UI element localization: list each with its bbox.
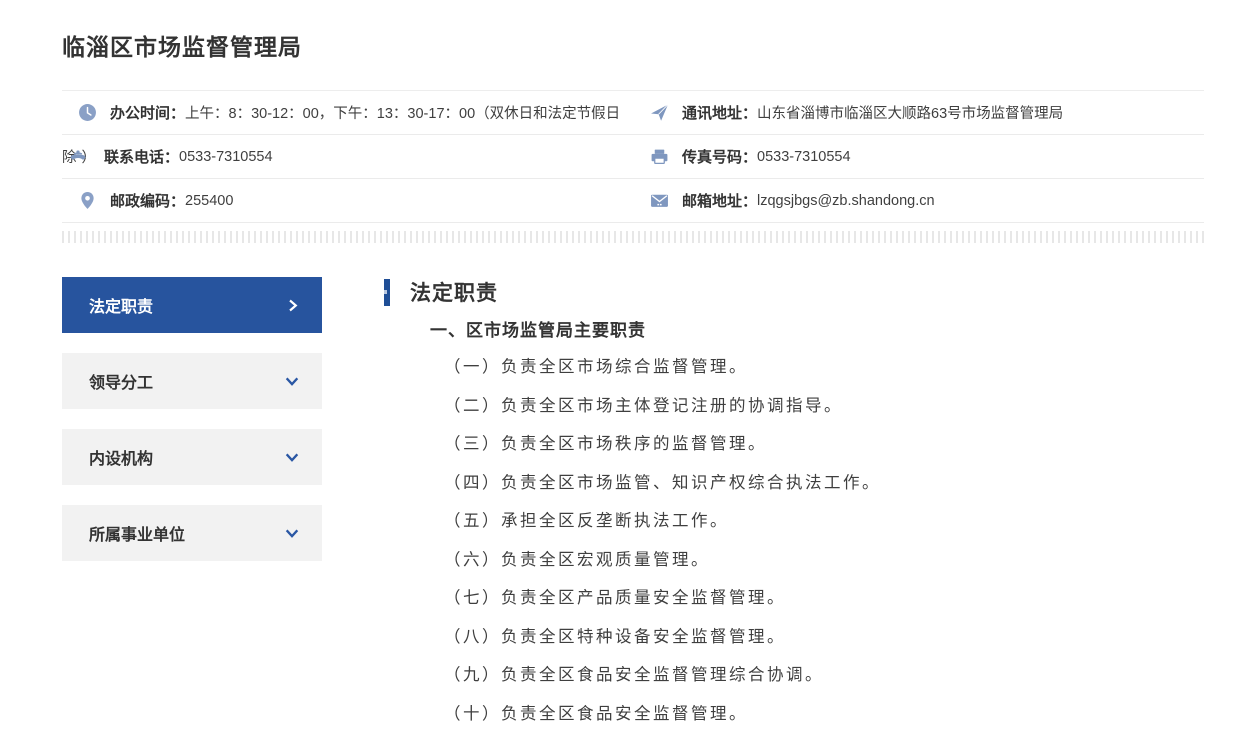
info-row: 办公时间： 上午：8：30-12：00，下午：13：30-17：00（双休日和法… [62,91,1204,135]
info-row: 除 ） 联系电话： 0533-7310554 传真号码： 0533-731055… [62,135,1204,179]
duty-list-item: （九）负责全区食品安全监督管理综合协调。 [444,665,824,684]
duty-list-item: （五）承担全区反垄断执法工作。 [444,511,729,530]
sidebar-item-internal-orgs[interactable]: 内设机构 [62,429,322,485]
field-label: 邮政编码： [110,193,186,210]
field-value: 上午：8：30-12：00，下午：13：30-17：00（双休日和法定节假日 [185,106,621,122]
main-area: 法定职责 领导分工 内设机构 所属事业单位 法定职责 一、区市场监管局主要职责 … [62,277,1204,732]
chevron-down-icon [284,449,300,465]
chevron-down-icon [284,525,300,541]
field-value: 255400 [185,192,234,209]
field-value: lzqgsjbgs@zb.shandong.cn [757,192,935,209]
office-hours-field: 办公时间： 上午：8：30-12：00，下午：13：30-17：00（双休日和法… [62,102,650,123]
duty-list: （一）负责全区市场综合监督管理。 （二）负责全区市场主体登记注册的协调指导。 （… [444,348,1204,732]
mail-icon [651,194,668,207]
field-label: 办公时间： [110,105,186,122]
duty-list-item: （一）负责全区市场综合监督管理。 [444,357,748,376]
send-icon [651,104,669,121]
sidebar-item-label: 内设机构 [89,451,154,468]
page-title: 临淄区市场监督管理局 [62,34,302,60]
field-value: 0533-7310554 [757,148,851,165]
phone-icon [69,150,86,160]
field-value: 山东省淄博市临淄区大顺路63号市场监督管理局 [757,106,1064,122]
address-field: 通讯地址： 山东省淄博市临淄区大顺路63号市场监督管理局 [650,102,1204,123]
duty-list-item: （三）负责全区市场秩序的监督管理。 [444,434,767,453]
info-row: 邮政编码： 255400 邮箱地址： lzqgsjbgs@zb.shandong… [62,179,1204,223]
field-label: 联系电话： [104,149,180,166]
postcode-field: 邮政编码： 255400 [62,190,650,211]
field-label: 邮箱地址： [682,193,758,210]
chevron-down-icon [284,373,300,389]
page: 临淄区市场监督管理局 办公时间： 上午：8：30-12：00，下午：13：30-… [0,0,1260,732]
duty-list-item: （四）负责全区市场监管、知识产权综合执法工作。 [444,472,881,492]
section-subtitle: 一、区市场监管局主要职责 [430,321,646,340]
section-title: 法定职责 [410,282,498,305]
duty-list-item: （八）负责全区特种设备安全监督管理。 [444,626,786,646]
clock-icon [79,104,96,121]
fax-field: 传真号码： 0533-7310554 [650,146,1204,167]
striped-divider [62,231,1204,243]
field-label: 通讯地址： [682,105,758,122]
phone-field: 除 ） 联系电话： 0533-7310554 [62,146,650,167]
sidebar-item-leadership[interactable]: 领导分工 [62,353,322,409]
fax-icon [651,149,668,164]
section-marker-bar [384,278,390,306]
location-pin-icon [81,192,94,209]
field-value: 0533-7310554 [179,148,273,165]
section-header: 法定职责 [384,277,1204,307]
duty-list-item: （六）负责全区宏观质量管理。 [444,549,710,569]
sidebar-item-label: 所属事业单位 [89,527,186,544]
sidebar-item-label: 法定职责 [89,299,154,316]
email-field: 邮箱地址： lzqgsjbgs@zb.shandong.cn [650,190,1204,211]
sidebar-nav: 法定职责 领导分工 内设机构 所属事业单位 [62,277,322,732]
sidebar-item-legal-duties[interactable]: 法定职责 [62,277,322,333]
sidebar-item-label: 领导分工 [89,375,154,392]
field-label: 传真号码： [682,149,758,166]
duty-list-item: （十）负责全区食品安全监督管理。 [444,703,748,723]
duty-list-item: （七）负责全区产品质量安全监督管理。 [444,588,786,607]
contact-info-panel: 办公时间： 上午：8：30-12：00，下午：13：30-17：00（双休日和法… [62,90,1204,223]
duty-list-item: （二）负责全区市场主体登记注册的协调指导。 [444,395,843,415]
content-panel: 法定职责 一、区市场监管局主要职责 （一）负责全区市场综合监督管理。 （二）负责… [384,277,1204,732]
sidebar-item-subordinate-units[interactable]: 所属事业单位 [62,505,322,561]
chevron-right-icon [285,298,300,313]
